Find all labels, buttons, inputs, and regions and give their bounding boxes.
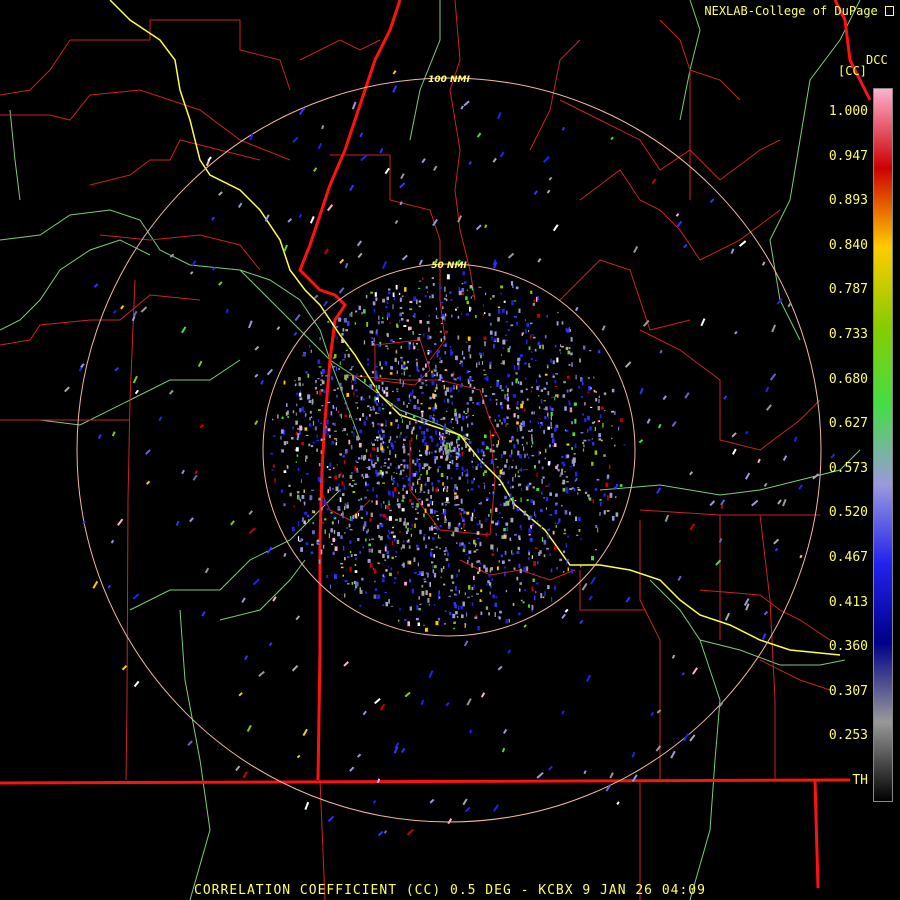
- range-ring-label-100: 100 NMI: [428, 75, 470, 85]
- units-label: [CC]: [838, 64, 867, 78]
- color-scale-tick: 0.360: [828, 639, 868, 655]
- color-scale-tick: 0.947: [828, 148, 868, 164]
- color-scale-tick: 0.787: [828, 282, 868, 298]
- color-scale-tick: 0.520: [828, 505, 868, 521]
- radar-map: 100 NMI 50 NMI: [0, 0, 900, 900]
- color-scale-tick: 0.840: [828, 237, 868, 253]
- color-scale-tick: 0.573: [828, 460, 868, 476]
- color-scale-tick: 1.000: [828, 104, 868, 119]
- logo-icon: [885, 6, 894, 16]
- color-scale-tick: 0.733: [828, 327, 868, 342]
- color-scale-tick: 0.307: [828, 683, 868, 699]
- range-ring-label-50: 50 NMI: [431, 261, 467, 271]
- color-scale-tick: 0.253: [828, 728, 868, 744]
- color-scale-tick: 0.680: [828, 371, 868, 387]
- color-scale-tick: 0.413: [828, 594, 868, 610]
- color-scale-tick: 0.893: [828, 193, 868, 209]
- color-scale-tick: 0.467: [828, 550, 868, 565]
- product-caption: CORRELATION COEFFICIENT (CC) 0.5 DEG - K…: [194, 883, 706, 898]
- credit-text: NEXLAB-College of DuPage: [704, 4, 894, 18]
- color-scale-tick: TH: [852, 773, 868, 788]
- credit-label: NEXLAB-College of DuPage: [704, 4, 878, 18]
- color-scale-tick: 0.627: [828, 416, 868, 432]
- product-code: DCC: [866, 53, 888, 67]
- color-scale-bar: [873, 88, 893, 802]
